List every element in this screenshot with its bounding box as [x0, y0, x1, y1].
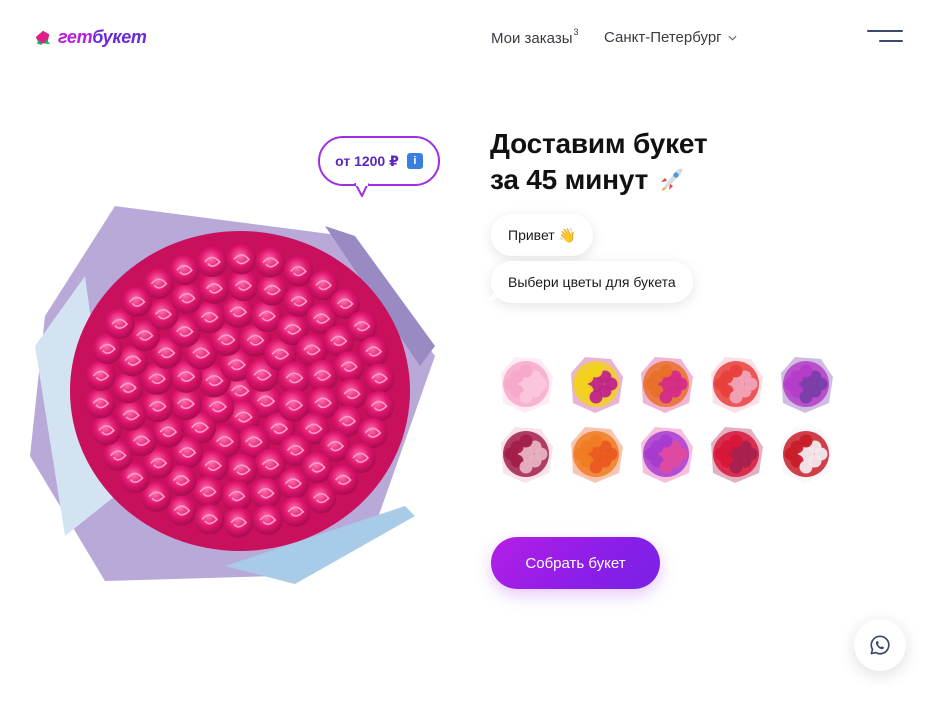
rose [192, 476, 224, 508]
rose [166, 495, 197, 526]
chevron-down-icon [728, 35, 737, 41]
rose [306, 359, 339, 392]
prompt-text: Выбери цветы для букета [508, 274, 676, 290]
rose [226, 454, 258, 486]
my-orders-label: Мои заказы [491, 30, 573, 47]
rose [169, 255, 200, 286]
bouquet-thumbnail-image [501, 427, 553, 483]
logo-text: гетбукет [58, 27, 147, 48]
bouquet-thumbnail-pink-roses[interactable] [494, 352, 558, 416]
bouquet-thumbnail-image [781, 427, 833, 483]
bouquet-thumbnail-dark-mixed[interactable] [494, 422, 558, 486]
logo-text-buket: букет [92, 27, 147, 47]
bouquet-thumbnail-image [501, 357, 553, 413]
rose [227, 270, 259, 302]
rose [283, 256, 314, 287]
greeting-text: Привет [508, 227, 555, 243]
rose [222, 296, 254, 328]
rose [256, 274, 288, 306]
rose [364, 391, 395, 422]
bouquet-thumbnail-image [711, 357, 763, 413]
city-selector[interactable]: Санкт-Петербург [604, 29, 737, 46]
bouquet-thumbnail-mixed-pastel[interactable] [704, 352, 768, 416]
whatsapp-chat-button[interactable] [854, 619, 906, 671]
chat-greeting-bubble: Привет 👋 [491, 214, 594, 256]
rose [252, 504, 283, 535]
rocket-icon [661, 168, 683, 191]
city-label: Санкт-Петербург [604, 29, 722, 46]
burger-line-top [867, 30, 903, 32]
bouquet-thumbnail-purple-mix[interactable] [634, 422, 698, 486]
headline-line-2-wrap: за 45 минут [490, 162, 707, 198]
rose [194, 504, 225, 535]
bouquet-thumbnail-mixed-orange-pink[interactable] [634, 352, 698, 416]
bouquet-thumbnail-grid [494, 352, 838, 486]
rose [221, 480, 253, 512]
rose [143, 268, 174, 299]
my-orders-link[interactable]: Мои заказы3 [491, 27, 579, 47]
burger-line-bottom [879, 40, 903, 42]
hero-bouquet-image [25, 196, 440, 586]
rose [171, 282, 203, 314]
rose [250, 478, 282, 509]
rose [306, 483, 337, 514]
bouquet-thumbnail-image [571, 427, 623, 483]
rose [226, 244, 257, 275]
bouquet-thumbnail-image [781, 357, 833, 413]
bouquet-thumbnail-red-white-mix[interactable] [774, 422, 838, 486]
rose [364, 363, 395, 394]
bouquet-thumbnail-red-roses[interactable] [704, 422, 768, 486]
headline-line-1: Доставим букет [490, 128, 708, 159]
rose [198, 273, 230, 304]
price-label: от 1200 ₽ [335, 152, 399, 169]
chat-bubble-tail [486, 288, 500, 302]
build-bouquet-button[interactable]: Собрать букет [491, 537, 660, 589]
rose [277, 468, 309, 500]
bouquet-thumbnail-image [571, 357, 623, 413]
rose [112, 372, 144, 404]
bouquet-thumbnail-yellow-roses[interactable] [564, 352, 628, 416]
flower-logo-icon [35, 30, 51, 45]
rose [85, 360, 116, 391]
rose [358, 336, 389, 367]
logo[interactable]: гетбукет [34, 27, 147, 48]
rose [255, 247, 286, 278]
rose [223, 507, 254, 538]
logo-text-get: гет [58, 27, 93, 47]
rose-bouquet-illustration [30, 206, 435, 584]
bouquet-thumbnail-image [641, 427, 693, 483]
bouquet-thumbnail-image [711, 427, 763, 483]
rose [91, 415, 122, 446]
rose [141, 390, 174, 423]
rose [336, 378, 368, 410]
rose [280, 496, 311, 527]
bouquet-thumbnail-orange-roses[interactable] [564, 422, 628, 486]
hamburger-menu-icon[interactable] [867, 30, 905, 46]
hero-headline: Доставим букет за 45 минут [490, 126, 708, 198]
price-tooltip-tail [354, 183, 369, 197]
waving-hand-icon: 👋 [558, 226, 577, 243]
orders-count-badge: 3 [573, 27, 579, 37]
chat-prompt-bubble: Выбери цветы для букета [491, 261, 693, 303]
bouquet-thumbnail-purple-chrysanthemums[interactable] [774, 352, 838, 416]
rose [85, 388, 116, 419]
info-icon: i [406, 153, 423, 169]
whatsapp-icon [870, 635, 890, 655]
bouquet-thumbnail-image [641, 357, 693, 413]
headline-line-2: за 45 минут [490, 164, 649, 195]
price-tooltip: от 1200 ₽ i [318, 136, 440, 186]
rose [197, 247, 228, 278]
